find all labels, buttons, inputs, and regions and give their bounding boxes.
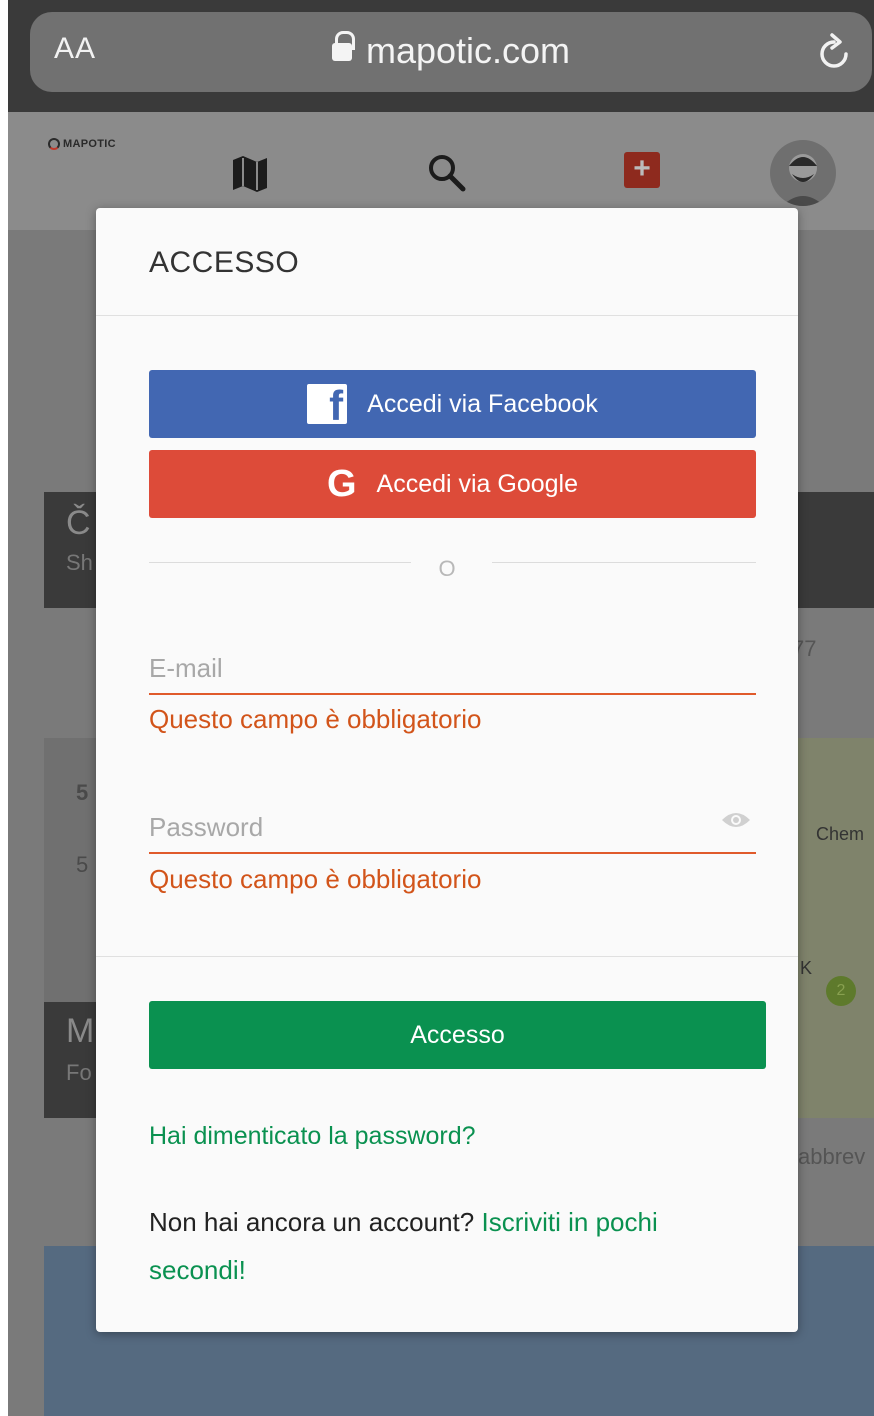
divider-right xyxy=(492,562,756,563)
bg-card3-sub: Fo xyxy=(66,1060,92,1085)
email-field xyxy=(149,633,756,695)
google-icon: G xyxy=(326,462,357,505)
modal-title: ACCESSO xyxy=(149,246,300,279)
bg-card2-num2: 5 xyxy=(76,852,89,877)
email-error: Questo campo è obbligatorio xyxy=(149,704,482,734)
bg-map-label-2: K xyxy=(800,958,813,978)
email-input[interactable] xyxy=(149,633,756,693)
facebook-login-button[interactable]: f Accedi via Facebook xyxy=(149,370,756,438)
bg-map-preview xyxy=(794,738,874,1118)
modal-header: ACCESSO xyxy=(96,208,798,316)
google-login-label: Accedi via Google xyxy=(376,469,579,498)
add-place-icon[interactable]: + xyxy=(624,152,660,188)
show-password-icon[interactable] xyxy=(720,810,752,830)
forgot-password-link[interactable]: Hai dimenticato la password? xyxy=(149,1122,476,1151)
or-separator: O xyxy=(438,556,456,581)
password-input[interactable] xyxy=(149,792,756,852)
address-bar[interactable]: AA mapotic.com xyxy=(30,12,872,92)
login-modal: ACCESSO f Accedi via Facebook G Accedi v… xyxy=(96,208,798,1332)
bg-map-badge: 2 xyxy=(826,976,856,1006)
app-logo[interactable]: MAPOTIC xyxy=(48,138,116,150)
password-error: Questo campo è obbligatorio xyxy=(149,864,482,894)
signup-prompt: Non hai ancora un account? Iscriviti in … xyxy=(149,1198,729,1294)
footer-divider xyxy=(96,956,798,957)
logo-mark-icon xyxy=(48,138,60,150)
google-login-button[interactable]: G Accedi via Google xyxy=(149,450,756,518)
bg-map-label: Chem xyxy=(816,824,865,844)
search-icon[interactable] xyxy=(426,152,468,194)
bg-card2-num1: 5 xyxy=(76,780,89,805)
signup-prompt-text: Non hai ancora un account? xyxy=(149,1207,475,1237)
logo-text: MAPOTIC xyxy=(63,138,116,150)
bg-card1-sub: Sh xyxy=(66,550,93,575)
map-icon[interactable] xyxy=(230,154,270,194)
login-submit-label: Accesso xyxy=(410,1020,505,1049)
bg-card1-title: Č xyxy=(66,504,91,542)
login-submit-button[interactable]: Accesso xyxy=(149,1001,766,1069)
url-display[interactable]: mapotic.com xyxy=(30,30,872,72)
avatar-face-icon xyxy=(782,154,824,206)
bg-card3-text: abbrev xyxy=(798,1144,866,1169)
lock-icon xyxy=(331,31,355,61)
user-avatar[interactable] xyxy=(770,140,836,206)
facebook-icon: f xyxy=(307,384,348,424)
browser-chrome: AA mapotic.com xyxy=(8,0,874,112)
reload-icon[interactable] xyxy=(816,32,852,72)
url-text: mapotic.com xyxy=(365,30,571,71)
bg-card3-title: M xyxy=(66,1012,95,1050)
facebook-login-label: Accedi via Facebook xyxy=(367,389,598,418)
password-field xyxy=(149,792,756,854)
